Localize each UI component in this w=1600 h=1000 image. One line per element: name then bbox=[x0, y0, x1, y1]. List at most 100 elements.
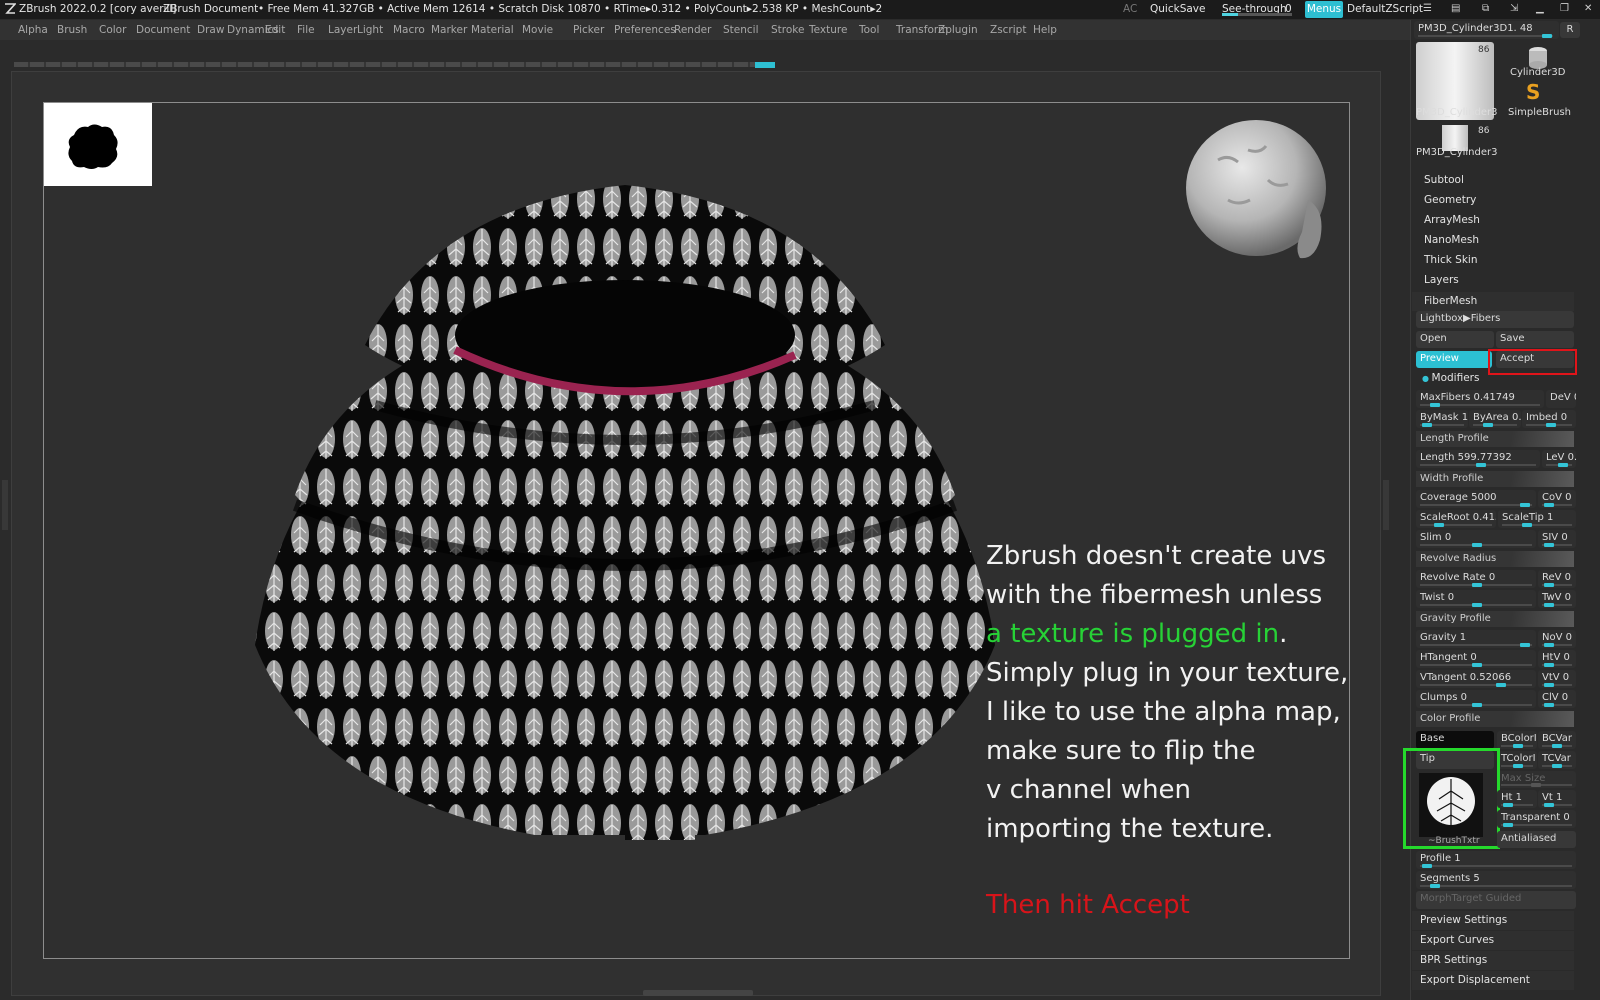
gravity-profile-label: Gravity Profile bbox=[1420, 613, 1491, 624]
minimize-icon[interactable]: ▁ bbox=[1536, 3, 1544, 14]
bymask-slider[interactable]: ByMask 1 bbox=[1416, 410, 1468, 428]
menu-help[interactable]: Help bbox=[1029, 20, 1061, 40]
transparent-slider[interactable]: Transparent 0 bbox=[1497, 810, 1576, 828]
bcolori-slider[interactable]: BColorI bbox=[1497, 731, 1537, 749]
note-line-3: a texture is plugged in. bbox=[986, 615, 1287, 654]
menu-picker[interactable]: Picker bbox=[569, 20, 608, 40]
imbed-slider[interactable]: Imbed 0 bbox=[1522, 410, 1576, 428]
lev-slider[interactable]: LeV 0.5 bbox=[1542, 450, 1576, 468]
menu-light[interactable]: Light bbox=[353, 20, 387, 40]
menu-marker[interactable]: Marker bbox=[427, 20, 471, 40]
menu-stroke[interactable]: Stroke bbox=[767, 20, 808, 40]
menu-texture[interactable]: Texture bbox=[805, 20, 851, 40]
subpalette-geometry[interactable]: Geometry bbox=[1412, 191, 1574, 210]
layout-icon[interactable]: ☰ bbox=[1423, 3, 1432, 14]
modifiers-section[interactable]: ● Modifiers bbox=[1412, 369, 1574, 388]
menu-edit[interactable]: Edit bbox=[261, 20, 289, 40]
preview-settings-subpalette[interactable]: Preview Settings bbox=[1412, 911, 1574, 930]
htangent-slider[interactable]: HTangent 0 bbox=[1416, 650, 1536, 668]
subpalette-fibermesh[interactable]: FiberMesh bbox=[1412, 292, 1574, 311]
bpr-settings-subpalette[interactable]: BPR Settings bbox=[1412, 951, 1574, 970]
tcvar-slider[interactable]: TCVar bbox=[1538, 751, 1576, 769]
profile-slider[interactable]: Profile 1 bbox=[1416, 851, 1576, 869]
subpalette-arraymesh[interactable]: ArrayMesh bbox=[1412, 211, 1574, 230]
subpalette-layers[interactable]: Layers bbox=[1412, 271, 1574, 290]
clumps-slider[interactable]: Clumps 0 bbox=[1416, 690, 1536, 708]
vt-slider[interactable]: Vt 1 bbox=[1538, 790, 1576, 808]
vtv-slider[interactable]: VtV 0 bbox=[1538, 670, 1576, 688]
tcolori-slider[interactable]: TColorI bbox=[1497, 751, 1537, 769]
length-slider[interactable]: Length 599.77392 bbox=[1416, 450, 1540, 468]
menu-material[interactable]: Material bbox=[467, 20, 518, 40]
lightbox-fibers-button[interactable]: Lightbox▶Fibers bbox=[1416, 311, 1574, 328]
save-button[interactable]: Save bbox=[1496, 331, 1574, 348]
collapse-icon[interactable]: ⇲ bbox=[1510, 3, 1518, 14]
skull-navigation-widget[interactable] bbox=[1178, 110, 1343, 270]
menu-stencil[interactable]: Stencil bbox=[719, 20, 763, 40]
menu-macro[interactable]: Macro bbox=[389, 20, 429, 40]
slim-slider[interactable]: Slim 0 bbox=[1416, 530, 1536, 548]
subpalette-thick-skin[interactable]: Thick Skin bbox=[1412, 251, 1574, 270]
preview-button[interactable]: Preview bbox=[1416, 351, 1492, 368]
menu-zscript[interactable]: Zscript bbox=[986, 20, 1030, 40]
subpalette-nanomesh[interactable]: NanoMesh bbox=[1412, 231, 1574, 250]
menu-brush[interactable]: Brush bbox=[53, 20, 91, 40]
quicksave-button[interactable]: QuickSave bbox=[1150, 3, 1205, 15]
cov-slider[interactable]: CoV 0 bbox=[1538, 490, 1576, 508]
twv-slider[interactable]: TwV 0 bbox=[1538, 590, 1576, 608]
subpalette-subtool[interactable]: Subtool bbox=[1412, 171, 1574, 190]
clv-slider[interactable]: ClV 0 bbox=[1538, 690, 1576, 708]
right-tray-handle[interactable] bbox=[1383, 480, 1389, 530]
export-displacement-subpalette[interactable]: Export Displacement bbox=[1412, 971, 1574, 990]
byarea-slider[interactable]: ByArea 0.! bbox=[1469, 410, 1521, 428]
menu-tool[interactable]: Tool bbox=[855, 20, 883, 40]
current-tool-slider[interactable]: PM3D_Cylinder3D1. 48 bbox=[1414, 21, 1559, 39]
ac-indicator[interactable]: AC bbox=[1123, 3, 1137, 15]
menu-file[interactable]: File bbox=[293, 20, 319, 40]
htv-slider[interactable]: HtV 0 bbox=[1538, 650, 1576, 668]
timeline-track[interactable] bbox=[14, 62, 774, 67]
menu-render[interactable]: Render bbox=[670, 20, 715, 40]
timeline-marker[interactable] bbox=[755, 62, 775, 68]
left-tray-handle[interactable] bbox=[2, 480, 8, 530]
gravity-slider[interactable]: Gravity 1 bbox=[1416, 630, 1536, 648]
menu-alpha[interactable]: Alpha bbox=[14, 20, 52, 40]
twist-slider[interactable]: Twist 0 bbox=[1416, 590, 1536, 608]
default-zscript-button[interactable]: DefaultZScript bbox=[1347, 3, 1423, 15]
open-button[interactable]: Open bbox=[1416, 331, 1494, 348]
vtangent-slider[interactable]: VTangent 0.52066 bbox=[1416, 670, 1536, 688]
zbrush-logo-icon bbox=[5, 3, 16, 14]
see-through-slider[interactable] bbox=[1222, 13, 1292, 16]
bcvar-slider[interactable]: BCVar bbox=[1538, 731, 1576, 749]
menu-document[interactable]: Document bbox=[132, 20, 194, 40]
app-title: ZBrush 2022.0.2 [cory averill] bbox=[19, 3, 177, 15]
close-icon[interactable]: ✕ bbox=[1584, 3, 1592, 14]
toggle-icon[interactable]: ▤ bbox=[1451, 3, 1460, 14]
base-color-swatch[interactable]: Base bbox=[1416, 731, 1494, 749]
dev-slider[interactable]: DeV 0.2 bbox=[1546, 390, 1576, 408]
ht-slider[interactable]: Ht 1 bbox=[1497, 790, 1537, 808]
menu-movie[interactable]: Movie bbox=[518, 20, 557, 40]
slv-slider[interactable]: SIV 0 bbox=[1538, 530, 1576, 548]
menu-zplugin[interactable]: Zplugin bbox=[934, 20, 982, 40]
r-button[interactable]: R bbox=[1560, 22, 1580, 38]
menu-color[interactable]: Color bbox=[95, 20, 130, 40]
antialiased-toggle[interactable]: Antialiased bbox=[1497, 831, 1576, 848]
coverage-slider[interactable]: Coverage 5000 bbox=[1416, 490, 1536, 508]
maxfibers-slider[interactable]: MaxFibers 0.41749 bbox=[1416, 390, 1544, 408]
rev-slider[interactable]: ReV 0 bbox=[1538, 570, 1576, 588]
export-curves-subpalette[interactable]: Export Curves bbox=[1412, 931, 1574, 950]
fibermesh-model[interactable] bbox=[235, 175, 1015, 865]
scaleroot-slider[interactable]: ScaleRoot 0.415 bbox=[1416, 510, 1496, 528]
scaletip-slider[interactable]: ScaleTip 1 bbox=[1498, 510, 1576, 528]
bottom-tray-handle[interactable] bbox=[643, 990, 753, 996]
nov-slider[interactable]: NoV 0 bbox=[1538, 630, 1576, 648]
menus-button[interactable]: Menus bbox=[1305, 1, 1343, 18]
thumb1-label: PM3D_Cylinder3 bbox=[1416, 107, 1498, 118]
window-layout-icon[interactable]: ⧉ bbox=[1482, 3, 1489, 14]
title-bar: ZBrush 2022.0.2 [cory averill] ZBrush Do… bbox=[0, 0, 1600, 19]
restore-icon[interactable]: ❐ bbox=[1560, 3, 1569, 14]
revolve-rate-slider[interactable]: Revolve Rate 0 bbox=[1416, 570, 1536, 588]
segments-slider[interactable]: Segments 5 bbox=[1416, 871, 1576, 889]
simplebrush-icon[interactable]: S bbox=[1526, 80, 1540, 104]
